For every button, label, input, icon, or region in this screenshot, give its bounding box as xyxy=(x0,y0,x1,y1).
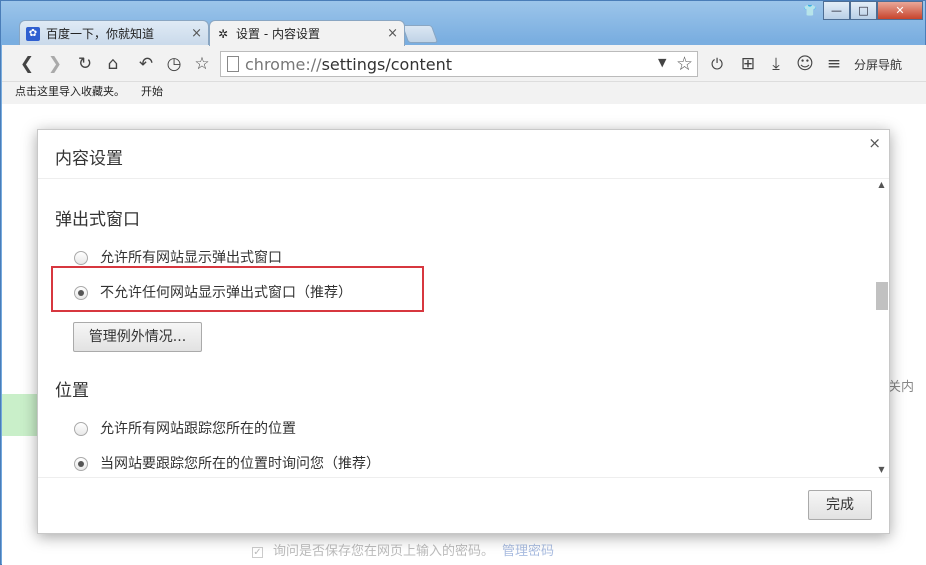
scroll-down-arrow-icon[interactable]: ▼ xyxy=(874,463,889,477)
history-icon[interactable]: ◷ xyxy=(163,53,185,75)
maximize-button[interactable]: □ xyxy=(850,1,877,20)
password-save-checkbox[interactable]: ✓ xyxy=(252,547,263,558)
browser-toolbar: ❮ ❯ ↻ ⌂ ↶ ◷ ☆ chrome://settings/content … xyxy=(2,45,926,82)
scroll-up-arrow-icon[interactable]: ▲ xyxy=(874,178,889,192)
dialog-scrollbar[interactable]: ▲ ▼ xyxy=(874,178,889,477)
account-icon[interactable]: ☺ xyxy=(794,53,816,75)
annotation-highlight-box xyxy=(51,266,424,312)
tab-close-icon[interactable]: × xyxy=(191,21,202,47)
address-dropdown-icon[interactable]: ▼ xyxy=(658,56,666,69)
password-save-option: ✓ 询问是否保存您在网页上输入的密码。 管理密码 xyxy=(252,540,554,559)
close-window-button[interactable]: ✕ xyxy=(877,1,923,20)
window-controls: — □ ✕ xyxy=(823,1,923,20)
tab-settings[interactable]: ✲ 设置 - 内容设置 × xyxy=(209,20,405,46)
divider xyxy=(38,477,889,478)
radio-button[interactable] xyxy=(74,422,88,436)
radio-button-selected[interactable] xyxy=(74,457,88,471)
new-tab-button[interactable] xyxy=(401,25,439,43)
scrollbar-thumb[interactable] xyxy=(876,282,888,310)
import-bookmarks-link[interactable]: 点击这里导入收藏夹。 xyxy=(15,82,125,102)
gear-icon: ✲ xyxy=(217,27,229,41)
download-icon[interactable]: ⤓ xyxy=(765,53,787,75)
radio-label: 允许所有网站显示弹出式窗口 xyxy=(100,250,282,266)
dialog-title: 内容设置 xyxy=(55,149,123,169)
tab-close-icon[interactable]: × xyxy=(387,21,398,47)
back-icon[interactable]: ❮ xyxy=(16,53,38,75)
undo-close-icon[interactable]: ↶ xyxy=(135,53,157,75)
browser-window: ✿ 百度一下，你就知道 × ✲ 设置 - 内容设置 × 👕 — □ ✕ ❮ ❯ … xyxy=(0,0,926,565)
tab-baidu[interactable]: ✿ 百度一下，你就知道 × xyxy=(19,20,209,46)
popups-section-title: 弹出式窗口 xyxy=(55,210,140,230)
baidu-paw-icon: ✿ xyxy=(26,27,40,41)
done-button[interactable]: 完成 xyxy=(808,490,872,520)
background-highlight-strip xyxy=(2,394,38,436)
password-save-label: 询问是否保存您在网页上输入的密码。 xyxy=(273,544,495,559)
bookmarks-bar: 点击这里导入收藏夹。 开始 xyxy=(2,82,926,104)
manage-exceptions-button[interactable]: 管理例外情况... xyxy=(73,322,202,352)
dialog-scroll-area[interactable]: 弹出式窗口 允许所有网站显示弹出式窗口 不允许任何网站显示弹出式窗口（推荐） 管… xyxy=(38,178,889,477)
bookmark-start[interactable]: 开始 xyxy=(141,82,163,102)
location-section-title: 位置 xyxy=(55,381,89,401)
minimize-button[interactable]: — xyxy=(823,1,850,20)
radio-label: 当网站要跟踪您所在的位置时询问您（推荐） xyxy=(100,456,380,472)
manage-passwords-link[interactable]: 管理密码 xyxy=(502,544,554,559)
favorites-icon[interactable]: ☆ xyxy=(191,53,213,75)
reload-icon[interactable]: ↻ xyxy=(74,53,96,75)
bookmark-star-icon[interactable]: ☆ xyxy=(676,53,693,75)
address-url[interactable]: chrome://settings/content xyxy=(245,55,452,74)
apps-icon[interactable]: ⊞ xyxy=(737,53,759,75)
menu-icon[interactable]: ≡ xyxy=(823,53,845,75)
close-icon[interactable]: × xyxy=(868,134,881,152)
page-icon xyxy=(227,56,239,72)
tab-title: 百度一下，你就知道 xyxy=(46,27,155,41)
tab-strip: ✿ 百度一下，你就知道 × ✲ 设置 - 内容设置 × 👕 — □ ✕ xyxy=(1,1,926,46)
tab-title: 设置 - 内容设置 xyxy=(236,27,320,41)
content-settings-dialog: 内容设置 × 弹出式窗口 允许所有网站显示弹出式窗口 不允许任何网站显示弹出式窗… xyxy=(37,129,890,534)
split-screen-nav-button[interactable]: 分屏导航 xyxy=(854,56,902,73)
home-icon[interactable]: ⌂ xyxy=(102,53,124,75)
power-icon[interactable]: ⏻ xyxy=(706,53,728,75)
radio-label: 允许所有网站跟踪您所在的位置 xyxy=(100,421,296,437)
radio-button[interactable] xyxy=(74,251,88,265)
background-truncated-text: 关内 xyxy=(888,380,915,395)
forward-icon[interactable]: ❯ xyxy=(44,53,66,75)
address-bar[interactable]: chrome://settings/content ▼ ☆ xyxy=(220,51,698,77)
skin-icon[interactable]: 👕 xyxy=(803,4,817,17)
